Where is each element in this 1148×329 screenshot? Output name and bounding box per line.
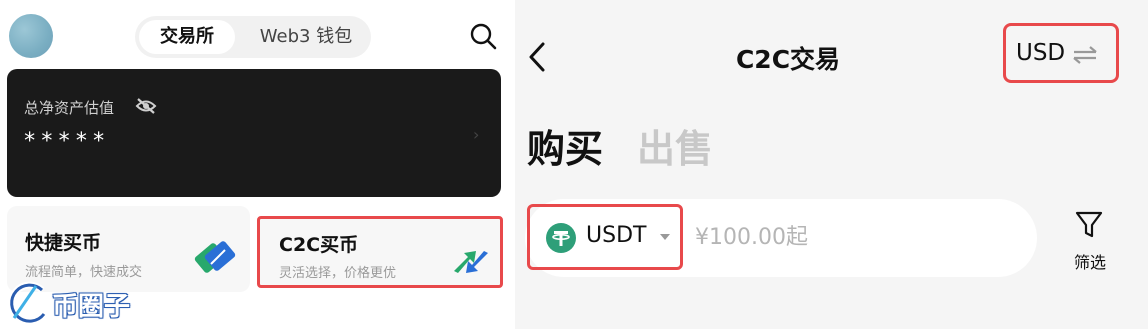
card-icon (194, 241, 236, 273)
exchange-home-panel: 交易所 Web3 钱包 总净资产估值 ***** › 快捷买币 流程简单，快速成… (0, 0, 515, 329)
tab-exchange[interactable]: 交易所 (139, 20, 235, 54)
amount-input[interactable] (695, 221, 995, 253)
avatar[interactable] (9, 14, 53, 58)
tab-sell[interactable]: 出售 (637, 118, 713, 173)
quick-buy-title: 快捷买币 (25, 232, 102, 254)
usdt-icon (546, 223, 576, 253)
asset-label: 总净资产估值 (24, 99, 115, 117)
coin-select[interactable]: USDT (527, 204, 683, 270)
coin-symbol: USDT (586, 223, 647, 248)
screenshot-root: 交易所 Web3 钱包 总净资产估值 ***** › 快捷买币 流程简单，快速成… (0, 0, 1148, 329)
eye-hidden-icon[interactable] (135, 97, 157, 115)
filter-button[interactable]: 筛选 (1060, 207, 1120, 273)
watermark-text: 币圈子 (52, 292, 131, 322)
caret-down-icon (660, 234, 670, 240)
asset-card[interactable]: 总净资产估值 ***** › (7, 69, 501, 197)
watermark: 币圈子 (2, 278, 162, 328)
watermark-logo-icon (8, 281, 47, 325)
c2c-buy-card[interactable]: C2C买币 灵活选择，价格更优 (257, 216, 503, 288)
tab-buy[interactable]: 购买 (527, 118, 603, 173)
currency-label: USD (1016, 40, 1066, 66)
asset-value: ***** (23, 129, 110, 154)
c2c-trade-panel: C2C交易 USD 购买 出售 USDT ¥100.00起 筛选 (515, 0, 1148, 329)
swap-icon (1073, 46, 1097, 64)
tab-web3-wallet[interactable]: Web3 钱包 (247, 20, 365, 54)
chevron-right-icon: › (473, 125, 480, 144)
filter-icon (1075, 211, 1103, 238)
page-title: C2C交易 (735, 45, 841, 74)
filter-label: 筛选 (1073, 253, 1106, 272)
c2c-buy-title: C2C买币 (279, 234, 359, 256)
exchange-arrows-icon (454, 251, 488, 273)
currency-switch-button[interactable]: USD (1003, 23, 1119, 83)
c2c-buy-subtitle: 灵活选择，价格更优 (279, 266, 397, 281)
search-icon[interactable] (468, 21, 498, 51)
mode-switch: 交易所 Web3 钱包 (135, 16, 371, 58)
